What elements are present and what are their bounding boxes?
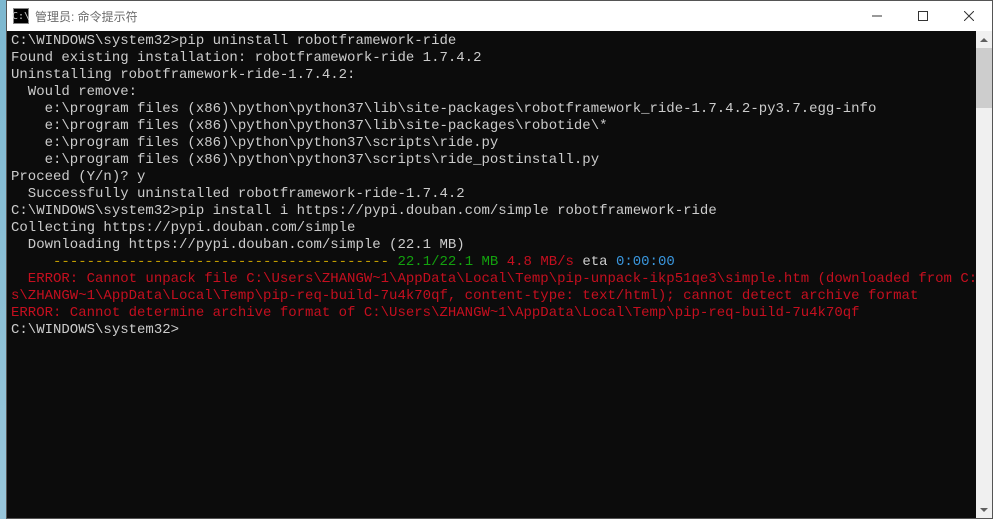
terminal-error-line: ERROR: Cannot unpack file C:\Users\ZHANG… — [11, 271, 988, 288]
terminal-line: Proceed (Y/n)? y — [11, 169, 988, 186]
titlebar[interactable]: C:\ 管理员: 命令提示符 — [7, 1, 992, 31]
terminal-error-line: s\ZHANGW~1\AppData\Local\Temp\pip-req-bu… — [11, 288, 988, 305]
prompt: C:\WINDOWS\system32> — [11, 33, 179, 49]
maximize-icon — [918, 11, 928, 21]
window-controls — [854, 1, 992, 31]
terminal-line: e:\program files (x86)\python\python37\s… — [11, 152, 988, 169]
terminal-line: C:\WINDOWS\system32>pip uninstall robotf… — [11, 33, 988, 50]
progress-bar: ---------------------------------------- — [53, 254, 397, 270]
command: pip install i https://pypi.douban.com/si… — [179, 203, 717, 219]
terminal-line: e:\program files (x86)\python\python37\l… — [11, 101, 988, 118]
close-icon — [964, 11, 974, 21]
terminal-line: Found existing installation: robotframew… — [11, 50, 988, 67]
chevron-up-icon — [980, 36, 988, 44]
terminal-line: e:\program files (x86)\python\python37\s… — [11, 135, 988, 152]
progress-done: 22.1/22.1 MB — [397, 254, 498, 270]
proceed-answer: y — [137, 169, 145, 185]
minimize-button[interactable] — [854, 1, 900, 31]
proceed-question: Proceed (Y/n)? — [11, 169, 137, 185]
scrollbar-down-button[interactable] — [976, 501, 992, 518]
terminal-line: ----------------------------------------… — [11, 254, 988, 271]
terminal-line: e:\program files (x86)\python\python37\l… — [11, 118, 988, 135]
terminal-line: Successfully uninstalled robotframework-… — [11, 186, 988, 203]
sep — [498, 254, 506, 270]
terminal-line: C:\WINDOWS\system32> — [11, 322, 988, 339]
prompt: C:\WINDOWS\system32> — [11, 203, 179, 219]
terminal-line: C:\WINDOWS\system32>pip install i https:… — [11, 203, 988, 220]
chevron-down-icon — [980, 506, 988, 514]
progress-speed: 4.8 MB/s — [507, 254, 574, 270]
terminal-line: Would remove: — [11, 84, 988, 101]
scrollbar-thumb[interactable] — [976, 48, 992, 108]
scrollbar-up-button[interactable] — [976, 31, 992, 48]
eta-label: eta — [574, 254, 616, 270]
scrollbar-track[interactable] — [976, 48, 992, 501]
maximize-button[interactable] — [900, 1, 946, 31]
minimize-icon — [872, 11, 882, 21]
vertical-scrollbar[interactable] — [976, 31, 992, 518]
app-icon: C:\ — [13, 8, 29, 24]
close-button[interactable] — [946, 1, 992, 31]
command-prompt-window: C:\ 管理员: 命令提示符 C:\WINDOWS\system32>pip u… — [6, 0, 993, 519]
terminal-error-line: ERROR: Cannot determine archive format o… — [11, 305, 988, 322]
terminal-line: Downloading https://pypi.douban.com/simp… — [11, 237, 988, 254]
terminal-line: Collecting https://pypi.douban.com/simpl… — [11, 220, 988, 237]
terminal-body[interactable]: C:\WINDOWS\system32>pip uninstall robotf… — [7, 31, 992, 518]
window-title: 管理员: 命令提示符 — [35, 8, 854, 25]
prompt: C:\WINDOWS\system32> — [11, 322, 179, 338]
terminal-line: Uninstalling robotframework-ride-1.7.4.2… — [11, 67, 988, 84]
progress-indent — [11, 254, 53, 270]
command: pip uninstall robotframework-ride — [179, 33, 456, 49]
progress-eta: 0:00:00 — [616, 254, 675, 270]
